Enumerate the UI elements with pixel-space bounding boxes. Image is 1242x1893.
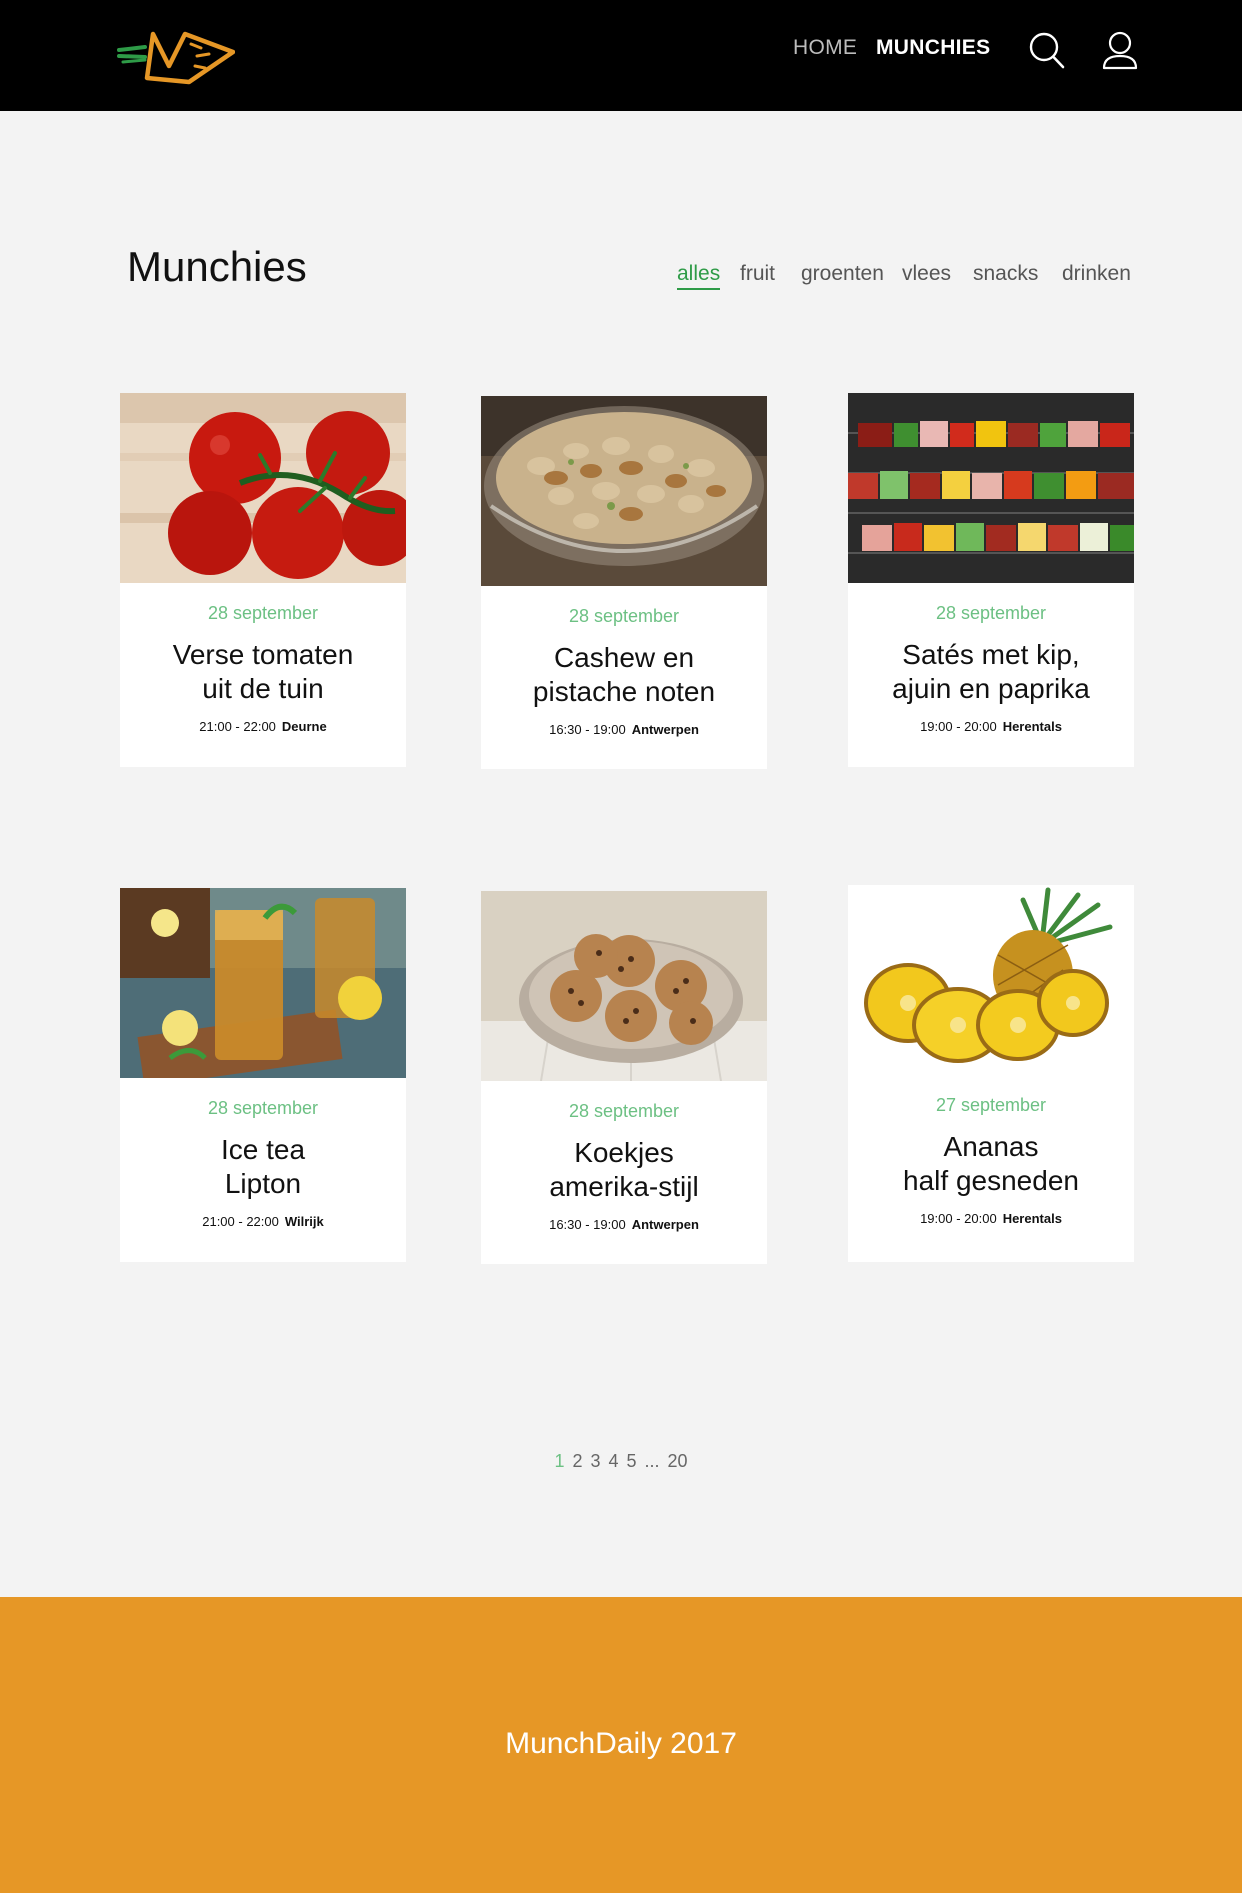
card-time: 19:00 - 20:00 [920, 719, 997, 734]
card-meta: 21:00 - 22:00 Wilrijk [120, 1214, 406, 1229]
card-title-line: uit de tuin [202, 673, 324, 704]
card-time: 19:00 - 20:00 [920, 1211, 997, 1226]
card-title: Verse tomaten uit de tuin [120, 638, 406, 706]
card-location: Antwerpen [631, 722, 699, 737]
page-link-1[interactable]: 1 [554, 1451, 564, 1472]
skewers-image [848, 393, 1134, 583]
card-title: Ananas half gesneden [848, 1130, 1134, 1198]
page-link-3[interactable]: 3 [590, 1451, 600, 1472]
page-link-5[interactable]: 5 [627, 1451, 637, 1472]
card-location: Wilrijk [284, 1214, 324, 1229]
category-filter-bar: alles fruit groenten vlees snacks drinke… [0, 262, 1242, 302]
nav-home-link[interactable]: HOME [793, 36, 857, 60]
card-title-line: half gesneden [903, 1165, 1079, 1196]
search-icon[interactable] [1028, 30, 1066, 70]
pineapple-image [848, 885, 1134, 1075]
nuts-bowl-image [481, 396, 767, 586]
nav-munchies-link[interactable]: MUNCHIES [876, 36, 990, 60]
card-time: 21:00 - 22:00 [199, 719, 276, 734]
page-link-last[interactable]: 20 [668, 1451, 688, 1472]
card-title-line: Lipton [224, 1168, 302, 1199]
card-date: 27 september [935, 1095, 1047, 1115]
cookies-image [481, 891, 767, 1081]
page-link-4[interactable]: 4 [608, 1451, 618, 1472]
card-title-line: ajuin en paprika [892, 673, 1090, 704]
munchdaily-logo[interactable] [117, 26, 235, 86]
card-title: Satés met kip, ajuin en paprika [848, 638, 1134, 706]
card-title: Ice tea Lipton [120, 1133, 406, 1201]
ice-tea-image [120, 888, 406, 1078]
filter-alles[interactable]: alles [677, 262, 721, 290]
card-meta: 16:30 - 19:00 Antwerpen [481, 1217, 767, 1232]
footer-copyright: MunchDaily 2017 [505, 1727, 737, 1760]
card-meta: 21:00 - 22:00 Deurne [120, 719, 406, 734]
card-meta: 16:30 - 19:00 Antwerpen [481, 722, 767, 737]
card-date: 28 september [935, 603, 1047, 623]
user-icon[interactable] [1101, 30, 1139, 70]
card-date: 28 september [207, 1098, 319, 1118]
munchie-card[interactable]: 27 september Ananas half gesneden 19:00 … [848, 885, 1134, 1262]
tomatoes-image [120, 393, 406, 583]
card-meta: 19:00 - 20:00 Herentals [848, 1211, 1134, 1226]
card-title-line: pistache noten [532, 676, 716, 707]
munchie-card[interactable]: 28 september Ice tea Lipton 21:00 - 22:0… [120, 888, 406, 1262]
filter-fruit[interactable]: fruit [740, 262, 775, 286]
card-location: Herentals [1002, 1211, 1062, 1226]
card-title: Cashew en pistache noten [481, 641, 767, 709]
card-time: 16:30 - 19:00 [549, 1217, 626, 1232]
card-location: Herentals [1002, 719, 1062, 734]
top-nav-bar: HOME MUNCHIES [0, 0, 1242, 111]
card-date: 28 september [568, 606, 680, 626]
card-title-line: Verse tomaten [172, 639, 354, 670]
page-link-2[interactable]: 2 [572, 1451, 582, 1472]
munchie-card[interactable]: 28 september Verse tomaten uit de tuin 2… [120, 393, 406, 767]
card-title-line: Ananas [943, 1131, 1039, 1162]
card-title: Koekjes amerika-stijl [481, 1136, 767, 1204]
card-title-line: Koekjes [574, 1137, 674, 1168]
munchie-card[interactable]: 28 september Koekjes amerika-stijl 16:30… [481, 891, 767, 1264]
filter-snacks[interactable]: snacks [973, 262, 1038, 286]
card-meta: 19:00 - 20:00 Herentals [848, 719, 1134, 734]
munchie-card[interactable]: 28 september Cashew en pistache noten 16… [481, 396, 767, 769]
card-location: Deurne [281, 719, 327, 734]
munchie-card[interactable]: 28 september Satés met kip, ajuin en pap… [848, 393, 1134, 767]
card-title-line: Satés met kip, [902, 639, 1080, 670]
page-ellipsis: ... [644, 1451, 660, 1471]
filter-drinken[interactable]: drinken [1062, 262, 1131, 286]
card-time: 21:00 - 22:00 [202, 1214, 279, 1229]
pagination: 1 2 3 4 5... 20 [0, 1451, 1242, 1472]
card-title-line: amerika-stijl [549, 1171, 699, 1202]
filter-groenten[interactable]: groenten [801, 262, 884, 286]
card-location: Antwerpen [631, 1217, 699, 1232]
card-date: 28 september [207, 603, 319, 623]
filter-vlees[interactable]: vlees [902, 262, 951, 286]
footer: MunchDaily 2017 [0, 1597, 1242, 1893]
card-time: 16:30 - 19:00 [549, 722, 626, 737]
card-date: 28 september [568, 1101, 680, 1121]
card-title-line: Cashew en [553, 642, 695, 673]
card-title-line: Ice tea [220, 1134, 306, 1165]
